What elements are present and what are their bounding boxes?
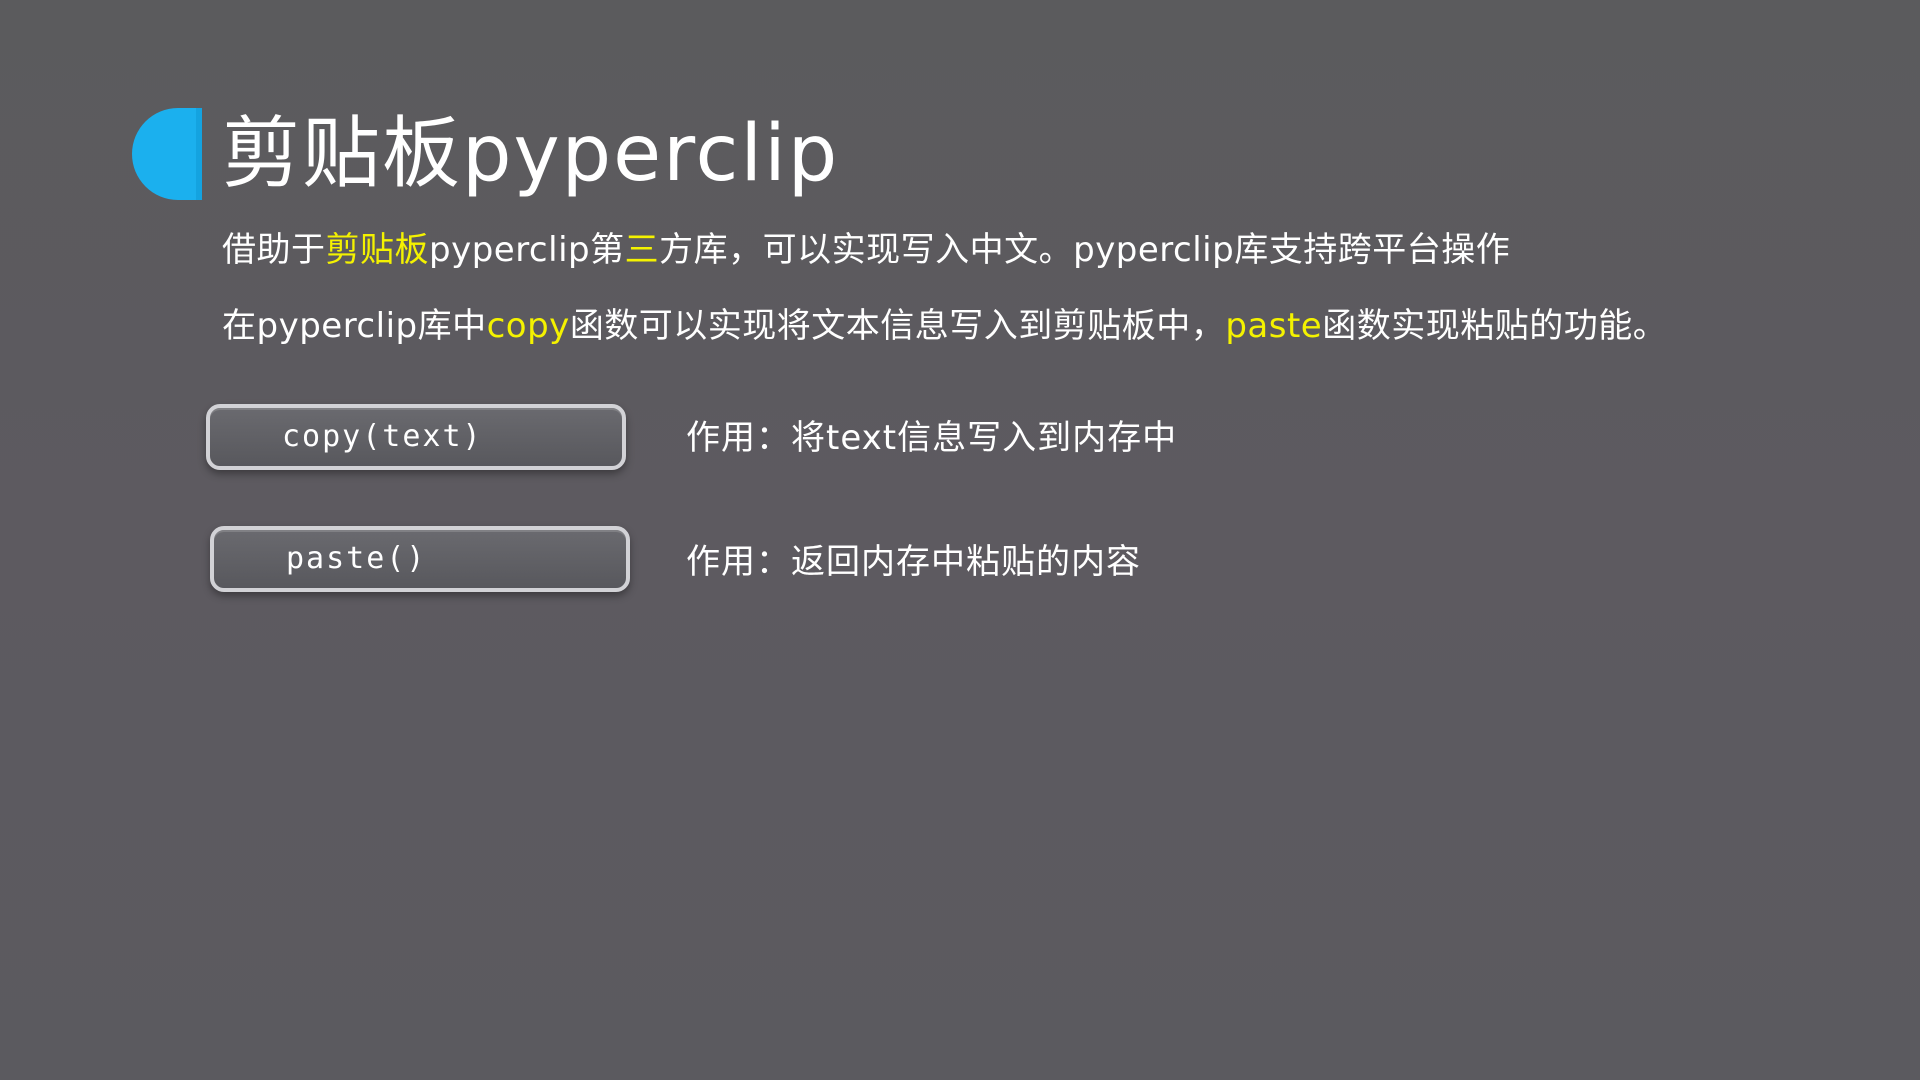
paste-function-button[interactable]: paste() bbox=[210, 526, 630, 592]
copy-function-description: 作用：将text信息写入到内存中 bbox=[686, 418, 1178, 458]
paste-function-label: paste() bbox=[286, 541, 427, 576]
presentation-slide: 剪贴板pyperclip 借助于剪贴板pyperclip第三方库，可以实现写入中… bbox=[0, 0, 1920, 1080]
functions-paragraph: 在pyperclip库中copy函数可以实现将文本信息写入到剪贴板中，paste… bbox=[222, 302, 1667, 350]
intro-text: 借助于 bbox=[222, 230, 326, 270]
copy-function-button[interactable]: copy(text) bbox=[206, 404, 626, 470]
title-marker-shape bbox=[132, 108, 202, 200]
intro-text: pyperclip第 bbox=[429, 230, 625, 270]
intro-paragraph: 借助于剪贴板pyperclip第三方库，可以实现写入中文。pyperclip库支… bbox=[222, 226, 1510, 274]
functions-text: 函数可以实现将文本信息写入到剪贴板中， bbox=[569, 306, 1226, 346]
functions-text: 函数实现粘贴的功能。 bbox=[1322, 306, 1668, 346]
intro-highlight-three: 三 bbox=[624, 230, 660, 270]
copy-function-label: copy(text) bbox=[282, 419, 483, 454]
intro-highlight-clipboard: 剪贴板 bbox=[325, 230, 429, 270]
functions-highlight-copy: copy bbox=[486, 306, 570, 346]
functions-highlight-paste: paste bbox=[1225, 306, 1323, 346]
functions-text: 在pyperclip库中 bbox=[222, 306, 487, 346]
paste-function-description: 作用：返回内存中粘贴的内容 bbox=[686, 542, 1141, 582]
slide-title: 剪贴板pyperclip bbox=[222, 109, 840, 199]
intro-text: 方库，可以实现写入中文。pyperclip库支持跨平台操作 bbox=[659, 230, 1511, 270]
